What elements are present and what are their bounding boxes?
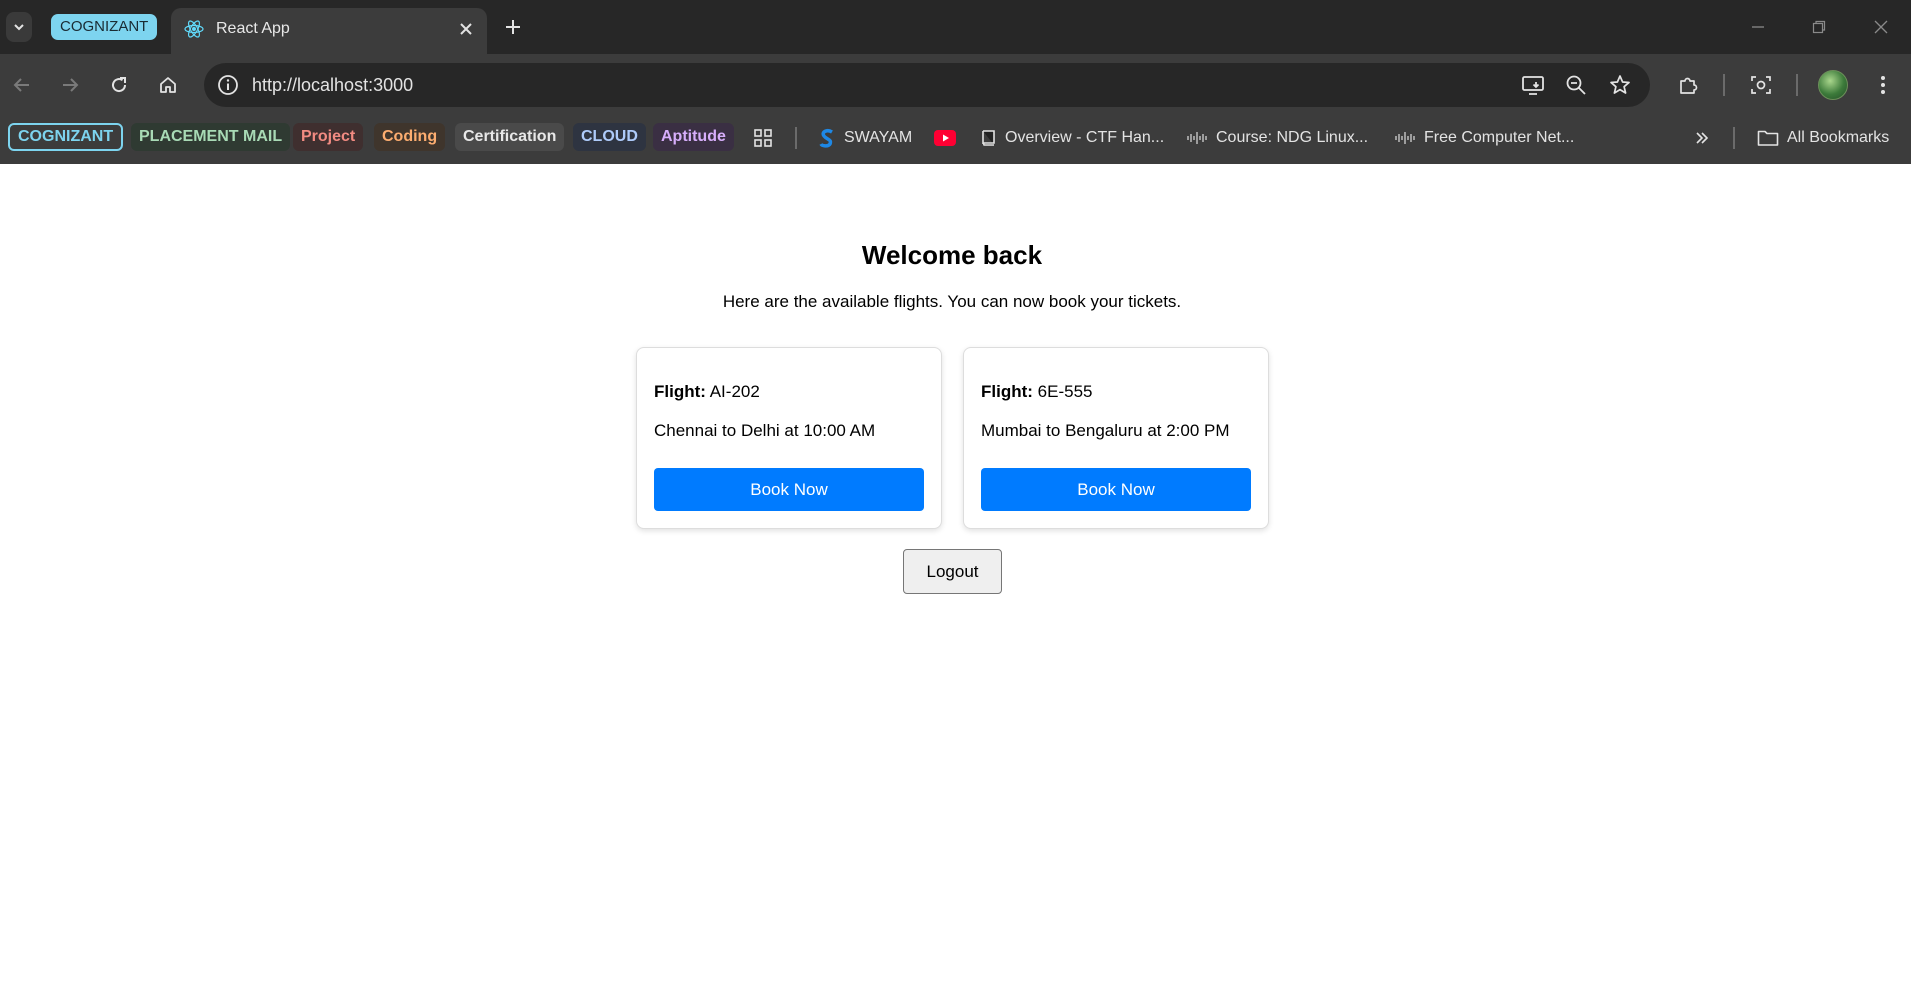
tab-search-button[interactable] [6,12,32,42]
install-icon [1522,76,1544,95]
zoom-out-icon [1566,75,1586,95]
bookmarks-separator [1733,127,1735,149]
bookmarks-overflow-button[interactable] [1694,124,1718,152]
bookmark-group-aptitude[interactable]: Aptitude [653,123,734,151]
url-text[interactable]: http://localhost:3000 [252,75,413,96]
page-title: Welcome back [861,240,1043,270]
puzzle-icon [1680,77,1698,94]
bookmarks-separator [795,127,797,149]
tab-title: React App [216,20,290,37]
extensions-button[interactable] [1672,69,1704,101]
bookmark-group-cloud[interactable]: CLOUD [573,123,646,151]
minimize-icon [1752,26,1764,28]
bookmark-youtube[interactable] [934,124,964,152]
restore-button[interactable] [1799,12,1839,42]
camera-icon [1751,76,1771,94]
all-bookmarks-label: All Bookmarks [1787,129,1890,146]
react-icon [184,20,204,38]
bookmark-label: SWAYAM [844,129,913,146]
arrow-left-icon [13,78,29,92]
book-now-button[interactable]: Book Now [654,468,924,511]
flight-card: Flight: 6E-555 Mumbai to Bengaluru at 2:… [963,347,1269,529]
bookmark-group-certification[interactable]: Certification [455,123,565,151]
bookmark-group-placement-mail[interactable]: PLACEMENT MAIL [131,123,291,151]
folder-icon [1757,130,1779,146]
restore-icon [1812,20,1826,34]
flight-number: AI-202 [709,382,760,401]
bookmark-ndg-linux[interactable]: Course: NDG Linux... [1186,124,1368,152]
all-bookmarks-button[interactable]: All Bookmarks [1757,124,1889,152]
home-icon [160,77,176,93]
flight-number-line: Flight: 6E-555 [981,382,1092,402]
bookmark-label: Course: NDG Linux... [1216,129,1369,146]
cisco-icon [1187,132,1207,144]
back-button[interactable] [6,69,38,101]
chevron-double-right-icon [1696,132,1709,144]
bookmark-label: Overview - CTF Han... [1005,129,1165,146]
flight-card: Flight: AI-202 Chennai to Delhi at 10:00… [636,347,942,529]
flight-route: Mumbai to Bengaluru at 2:00 PM [981,421,1230,440]
book-icon [982,130,995,146]
logout-button[interactable]: Logout [903,549,1002,594]
bookmark-group-project[interactable]: Project [293,123,364,151]
flight-number-line: Flight: AI-202 [654,382,760,402]
toolbar-separator [1796,74,1798,96]
bookmarks-bar: COGNIZANT PLACEMENT MAIL Project Coding … [0,116,1911,164]
reload-button[interactable] [103,69,135,101]
flight-label: Flight: [654,382,706,401]
close-icon [460,23,472,35]
close-icon [1874,20,1888,34]
bookmark-swayam[interactable]: SWAYAM [818,124,912,152]
page-content: Welcome back Here are the available flig… [0,164,1911,1007]
tab-react-app[interactable]: React App [171,8,487,54]
apps-grid-button[interactable] [753,124,781,152]
tab-close-button[interactable] [455,18,477,40]
bookmark-group-coding[interactable]: Coding [374,123,446,151]
page-subtitle: Here are the available flights. You can … [722,292,1182,311]
minimize-button[interactable] [1738,12,1778,42]
site-info-icon[interactable] [216,73,240,97]
book-now-button[interactable]: Book Now [981,468,1251,511]
zoom-button[interactable] [1563,72,1589,98]
bookmark-star-button[interactable] [1607,72,1633,98]
youtube-icon [934,130,956,146]
bookmark-ctf-handbook[interactable]: Overview - CTF Han... [979,124,1164,152]
bookmark-group-cognizant[interactable]: COGNIZANT [8,123,124,151]
new-tab-button[interactable] [499,13,527,41]
screenshot-button[interactable] [1745,69,1777,101]
bookmark-label: Free Computer Net... [1424,129,1575,146]
menu-button[interactable] [1867,69,1899,101]
tab-strip: COGNIZANT React App [0,0,1911,54]
apps-grid-icon [754,129,772,147]
forward-button[interactable] [54,69,86,101]
profile-avatar[interactable] [1818,70,1848,100]
toolbar-separator [1723,74,1725,96]
chevron-down-icon [14,24,24,31]
swayam-icon [819,129,833,148]
more-vertical-icon [1881,76,1885,94]
arrow-right-icon [63,78,79,92]
address-bar[interactable]: http://localhost:3000 [204,63,1650,107]
bookmark-free-computer-networking[interactable]: Free Computer Net... [1394,124,1574,152]
tab-group-chip[interactable]: COGNIZANT [51,14,158,40]
browser-chrome: COGNIZANT React App http://localhost:300… [0,0,1911,164]
flight-label: Flight: [981,382,1033,401]
home-button[interactable] [152,69,184,101]
reload-icon [112,77,127,93]
cisco-icon [1395,132,1415,144]
browser-toolbar: http://localhost:3000 [0,54,1911,116]
window-close-button[interactable] [1861,12,1901,42]
flight-route: Chennai to Delhi at 10:00 AM [654,421,876,440]
install-app-button[interactable] [1520,72,1546,98]
plus-icon [506,20,520,34]
star-icon [1610,75,1630,94]
flight-number: 6E-555 [1037,382,1093,401]
